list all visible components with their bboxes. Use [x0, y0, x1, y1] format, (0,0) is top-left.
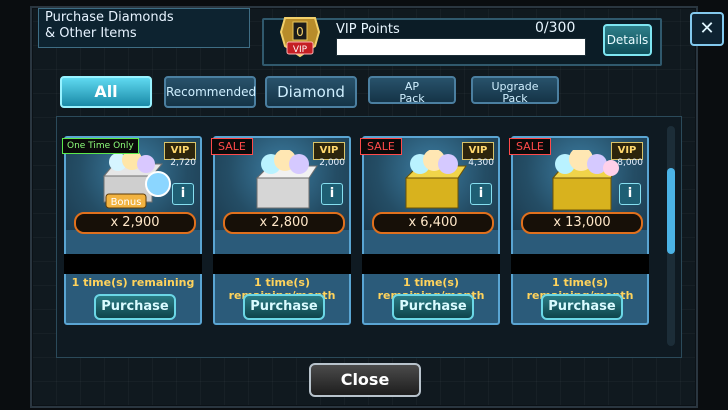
sale-badge: SALE: [360, 138, 402, 155]
vip-points-label: VIP Points: [336, 22, 400, 37]
title-line-1: Purchase Diamonds: [45, 10, 174, 25]
item-card-3: SALE VIP 4,300 i x 6,400 1 time(s) remai…: [360, 136, 500, 325]
price-redacted: [362, 254, 500, 274]
tab-upgrade-pack-line2: Pack: [502, 92, 528, 105]
sale-badge: SALE: [509, 138, 551, 155]
item-card-4: SALE VIP 8,000 i x 13,000 1 time(s) rema…: [509, 136, 649, 325]
item-card-1: Bonus One Time Only VIP 2,720 i x 2,900 …: [62, 136, 202, 325]
purchase-button[interactable]: Purchase: [94, 294, 176, 320]
title-line-2: & Other Items: [45, 26, 137, 41]
diamond-chest-silver-icon: [255, 150, 318, 209]
one-time-only-badge: One Time Only: [62, 138, 139, 154]
diamond-quantity: x 6,400: [372, 212, 494, 234]
diamond-chest-gold-large-icon: [551, 150, 619, 211]
details-button[interactable]: Details: [603, 24, 652, 56]
diamond-quantity: x 2,800: [223, 212, 345, 234]
price-redacted: [213, 254, 351, 274]
vip-points-reward: 2,720: [170, 158, 196, 168]
close-button[interactable]: Close: [309, 363, 421, 397]
tab-all[interactable]: All: [60, 76, 152, 108]
bonus-label: Bonus: [111, 197, 142, 208]
vip-points-value: 0/300: [535, 20, 576, 36]
purchase-limit: 1 time(s) remaining: [71, 276, 195, 289]
window-title: Purchase Diamonds & Other Items: [38, 8, 250, 48]
info-button[interactable]: i: [321, 183, 343, 205]
diamond-quantity: x 13,000: [521, 212, 643, 234]
vip-points-reward: 2,000: [319, 158, 345, 168]
tab-diamond[interactable]: Diamond: [265, 76, 357, 108]
vip-progress-bar: [336, 38, 586, 56]
tab-ap-pack[interactable]: AP Pack: [368, 76, 456, 105]
vip-badge-number: 0: [296, 25, 304, 39]
sale-badge: SALE: [211, 138, 253, 155]
vip-points-reward: 4,300: [468, 158, 494, 168]
diamond-chest-bonus-icon: Bonus: [102, 150, 171, 209]
tab-upgrade-pack[interactable]: Upgrade Pack: [471, 76, 559, 105]
price-redacted: [511, 254, 649, 274]
diamond-quantity: x 2,900: [74, 212, 196, 234]
vip-badge-text: VIP: [293, 45, 308, 55]
close-icon[interactable]: ✕: [690, 12, 724, 46]
vip-badge-icon: 0 VIP: [279, 17, 321, 58]
diamond-chest-gold-icon: [404, 150, 467, 209]
purchase-button[interactable]: Purchase: [392, 294, 474, 320]
purchase-button[interactable]: Purchase: [243, 294, 325, 320]
info-button[interactable]: i: [172, 183, 194, 205]
purchase-button[interactable]: Purchase: [541, 294, 623, 320]
tab-ap-pack-line2: Pack: [399, 92, 425, 105]
scrollbar-thumb[interactable]: [667, 168, 675, 254]
info-button[interactable]: i: [619, 183, 641, 205]
tab-recommended[interactable]: Recommended: [164, 76, 256, 108]
item-card-2: SALE VIP 2,000 i x 2,800 1 time(s) remai…: [211, 136, 351, 325]
vip-points-reward: 8,000: [617, 158, 643, 168]
price-redacted: [64, 254, 202, 274]
info-button[interactable]: i: [470, 183, 492, 205]
